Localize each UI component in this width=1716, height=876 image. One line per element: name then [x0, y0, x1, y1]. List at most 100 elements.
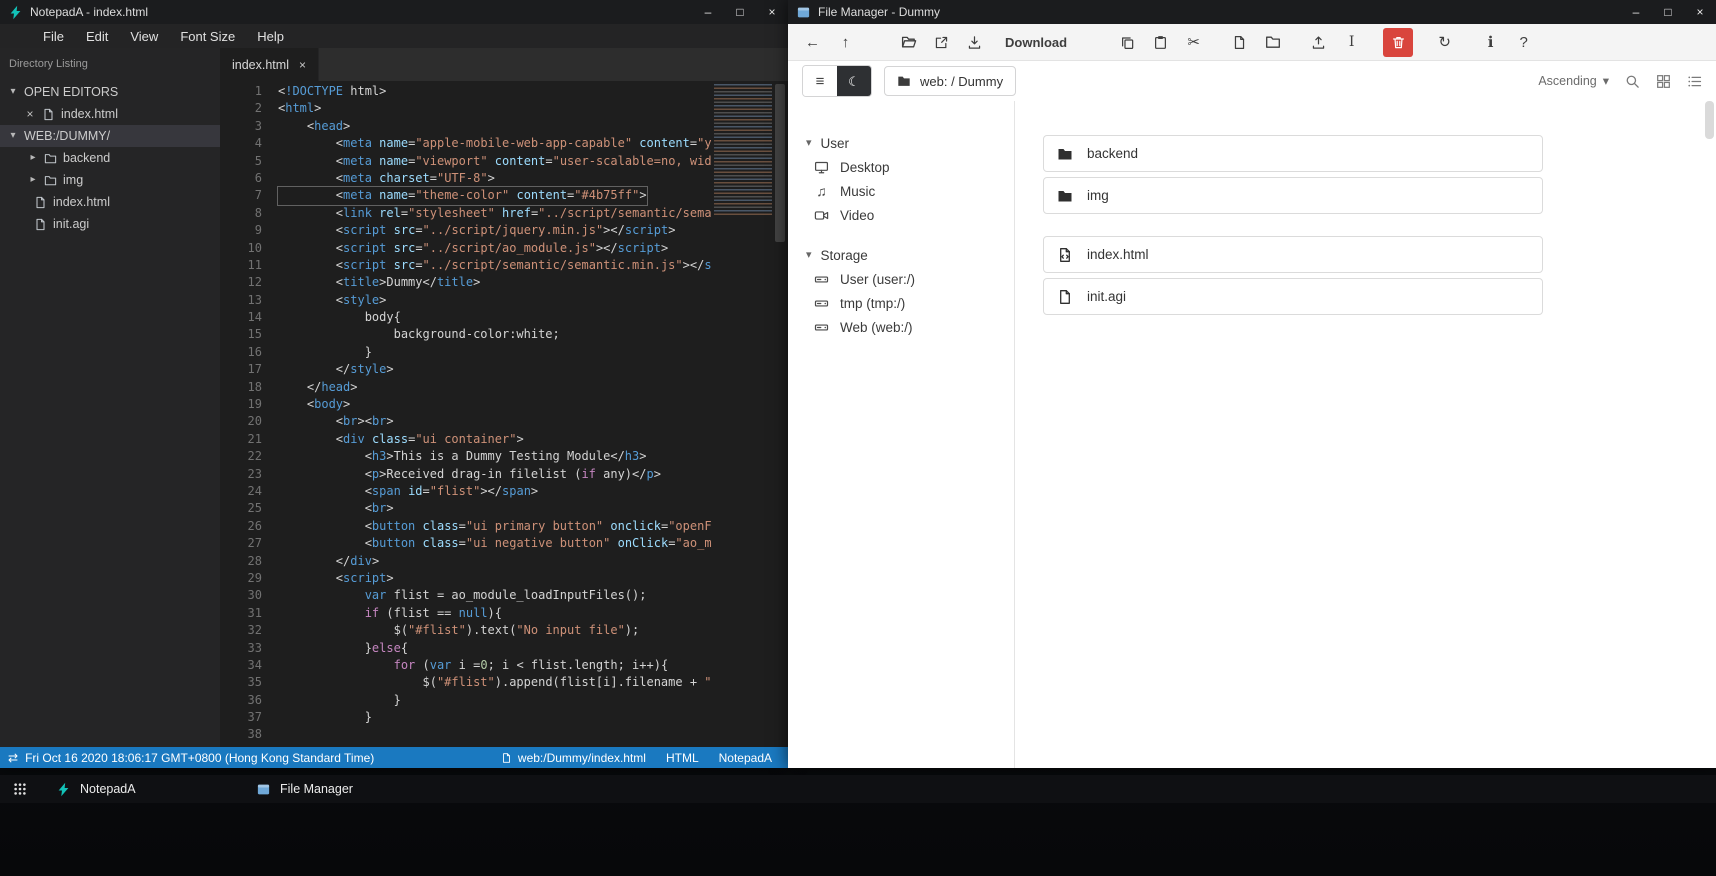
file-card-img[interactable]: img	[1043, 177, 1543, 214]
search-icon[interactable]	[1625, 74, 1640, 89]
menu-item-file[interactable]: File	[32, 24, 75, 48]
code-text[interactable]: <br><br>	[278, 413, 394, 430]
tree-item-img[interactable]: ▸ img	[0, 169, 220, 191]
code-line[interactable]: 17 </style>	[220, 361, 712, 378]
code-text[interactable]: <body>	[278, 396, 350, 413]
code-line[interactable]: 3 <head>	[220, 118, 712, 135]
cut-button[interactable]: ✂	[1179, 28, 1208, 57]
code-text[interactable]: <html>	[278, 100, 321, 117]
sidebar-item-tmp-drive[interactable]: tmp (tmp:/)	[806, 291, 1014, 315]
tree-item-init-agi[interactable]: init.agi	[0, 213, 220, 235]
rename-button[interactable]: I	[1337, 28, 1366, 57]
close-button[interactable]: ×	[756, 0, 788, 24]
code-text[interactable]: }	[278, 692, 401, 709]
code-line[interactable]: 37 }	[220, 709, 712, 726]
code-text[interactable]: }else{	[278, 640, 408, 657]
code-line[interactable]: 1 <!DOCTYPE html>	[220, 83, 712, 100]
code-line[interactable]: 35 $("#flist").append(flist[i].filename …	[220, 674, 712, 691]
code-text[interactable]: <h3>This is a Dummy Testing Module</h3>	[278, 448, 647, 465]
new-folder-button[interactable]	[1258, 28, 1287, 57]
fm-titlebar[interactable]: File Manager - Dummy – □ ×	[788, 0, 1716, 24]
code-line[interactable]: 6 <meta charset="UTF-8">	[220, 170, 712, 187]
code-text[interactable]: <script src="../script/jquery.min.js"></…	[278, 222, 676, 239]
tab-close-icon[interactable]: ×	[299, 59, 306, 71]
code-text[interactable]: <script src="../script/semantic/semantic…	[278, 257, 712, 274]
sidebar-item-desktop[interactable]: Desktop	[806, 155, 1014, 179]
code-lines[interactable]: 1 <!DOCTYPE html> 2 <html> 3 <head> 4 <meta n…	[220, 83, 712, 747]
code-text[interactable]: <meta charset="UTF-8">	[278, 170, 495, 187]
code-line[interactable]: 36 }	[220, 692, 712, 709]
code-text[interactable]: </div>	[278, 553, 379, 570]
sidebar-item-music[interactable]: ♫ Music	[806, 179, 1014, 203]
grid-view-icon[interactable]	[1656, 74, 1671, 89]
taskbar-item-notepada[interactable]: NotepadA	[38, 775, 238, 803]
code-text[interactable]: <span id="flist"></span>	[278, 483, 538, 500]
code-line[interactable]: 10 <script src="../script/ao_module.js">…	[220, 240, 712, 257]
code-line[interactable]: 15 background-color:white;	[220, 326, 712, 343]
code-line[interactable]: 4 <meta name="apple-mobile-web-app-capab…	[220, 135, 712, 152]
close-file-icon[interactable]: ×	[24, 108, 36, 120]
tree-item-backend[interactable]: ▸ backend	[0, 147, 220, 169]
code-line[interactable]: 22 <h3>This is a Dummy Testing Module</h…	[220, 448, 712, 465]
code-text[interactable]: <style>	[278, 292, 387, 309]
code-line[interactable]: 7 <meta name="theme-color" content="#4b7…	[220, 187, 712, 204]
paste-button[interactable]	[1146, 28, 1175, 57]
code-text[interactable]: $("#flist").text("No input file");	[278, 622, 640, 639]
open-button[interactable]	[894, 28, 923, 57]
file-card-index-html[interactable]: index.html	[1043, 236, 1543, 273]
download-icon-button[interactable]	[960, 28, 989, 57]
open-editor-item[interactable]: × index.html	[0, 103, 220, 125]
code-line[interactable]: 29 <script>	[220, 570, 712, 587]
new-file-button[interactable]	[1225, 28, 1254, 57]
delete-button[interactable]	[1383, 27, 1414, 57]
open-in-new-window-button[interactable]	[927, 28, 956, 57]
code-text[interactable]: <title>Dummy</title>	[278, 274, 481, 291]
sidebar-section-header-user[interactable]: ▾ User	[806, 131, 1014, 155]
dark-mode-button[interactable]: ☾	[837, 66, 871, 96]
tree-item-index-html[interactable]: index.html	[0, 191, 220, 213]
download-button[interactable]: Download	[993, 28, 1079, 57]
tab-index-html[interactable]: index.html ×	[220, 48, 319, 81]
code-line[interactable]: 32 $("#flist").text("No input file");	[220, 622, 712, 639]
code-line[interactable]: 21 <div class="ui container">	[220, 431, 712, 448]
code-text[interactable]: <button class="ui primary button" onclic…	[278, 518, 712, 535]
code-line[interactable]: 8 <link rel="stylesheet" href="../script…	[220, 205, 712, 222]
code-text[interactable]: var flist = ao_module_loadInputFiles();	[278, 587, 647, 604]
up-button[interactable]: ↑	[831, 28, 860, 57]
code-line[interactable]: 13 <style>	[220, 292, 712, 309]
code-line[interactable]: 16 }	[220, 344, 712, 361]
scrollbar-thumb[interactable]	[775, 84, 785, 242]
file-card-backend[interactable]: backend	[1043, 135, 1543, 172]
code-text[interactable]: <!DOCTYPE html>	[278, 83, 386, 100]
taskbar-item-file-manager[interactable]: File Manager	[238, 775, 438, 803]
code-line[interactable]: 30 var flist = ao_module_loadInputFiles(…	[220, 587, 712, 604]
code-text[interactable]: body{	[278, 309, 401, 326]
maximize-button[interactable]: □	[724, 0, 756, 24]
code-text[interactable]: $("#flist").append(flist[i].filename + "…	[278, 674, 712, 691]
sort-order-dropdown[interactable]: Ascending ▾	[1538, 74, 1609, 88]
notepad-titlebar[interactable]: NotepadA - index.html – □ ×	[0, 0, 788, 24]
menu-item-help[interactable]: Help	[246, 24, 295, 48]
maximize-button[interactable]: □	[1652, 0, 1684, 24]
code-text[interactable]: <head>	[278, 118, 350, 135]
code-line[interactable]: 31 if (flist == null){	[220, 605, 712, 622]
code-text[interactable]: <meta name="apple-mobile-web-app-capable…	[278, 135, 712, 152]
code-text[interactable]: background-color:white;	[278, 326, 560, 343]
minimize-button[interactable]: –	[1620, 0, 1652, 24]
code-line[interactable]: 27 <button class="ui negative button" on…	[220, 535, 712, 552]
code-text[interactable]: <button class="ui negative button" onCli…	[278, 535, 712, 552]
code-line[interactable]: 14 body{	[220, 309, 712, 326]
sidebar-item-web-drive[interactable]: Web (web:/)	[806, 315, 1014, 339]
code-line[interactable]: 38	[220, 726, 712, 743]
breadcrumb[interactable]: web: / Dummy	[884, 66, 1017, 96]
code-text[interactable]: <meta name="theme-color" content="#4b75f…	[278, 187, 647, 204]
code-editor[interactable]: 1 <!DOCTYPE html> 2 <html> 3 <head> 4 <meta n…	[220, 81, 788, 747]
minimap[interactable]	[714, 84, 772, 216]
code-text[interactable]: </style>	[278, 361, 394, 378]
upload-button[interactable]	[1304, 28, 1333, 57]
info-button[interactable]: ℹ	[1476, 28, 1505, 57]
code-text[interactable]: for (var i =0; i < flist.length; i++){	[278, 657, 669, 674]
code-line[interactable]: 23 <p>Received drag-in filelist (if any)…	[220, 466, 712, 483]
editor-scrollbar[interactable]	[774, 81, 787, 747]
code-line[interactable]: 20 <br><br>	[220, 413, 712, 430]
